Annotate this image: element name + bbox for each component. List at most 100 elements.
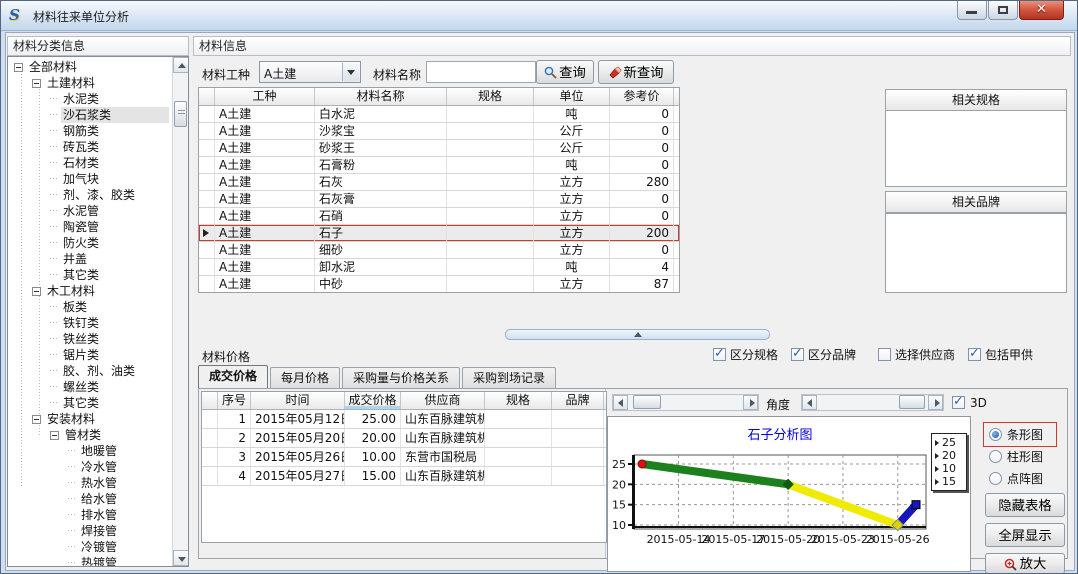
- table-row[interactable]: 12015年05月12日25.00山东百脉建筑机械: [202, 410, 606, 429]
- tree-item[interactable]: 管材类: [8, 427, 172, 443]
- table-row[interactable]: A土建石膏粉吨0: [199, 157, 679, 174]
- trade-combobox[interactable]: A土建: [259, 61, 361, 83]
- tree-item[interactable]: 剂、漆、胶类: [8, 187, 172, 203]
- tree-item[interactable]: 铁钉类: [8, 315, 172, 331]
- scroll-up-button[interactable]: [173, 57, 189, 73]
- tree-item[interactable]: 板类: [8, 299, 172, 315]
- tree-item[interactable]: 水泥类: [8, 91, 172, 107]
- tree-expander-icon[interactable]: [32, 79, 41, 88]
- tree-item[interactable]: 安装材料: [8, 411, 172, 427]
- grid-column-header[interactable]: 工种: [215, 88, 315, 105]
- chart-type-option[interactable]: 条形图: [989, 424, 1043, 446]
- search-button[interactable]: 查询: [536, 60, 594, 84]
- scroll-right-button[interactable]: [743, 395, 758, 410]
- grid-column-header[interactable]: 材料名称: [315, 88, 447, 105]
- table-row[interactable]: A土建白水泥吨0: [199, 106, 679, 123]
- tree-item[interactable]: 排水管: [8, 507, 172, 523]
- tree-item[interactable]: 木工材料: [8, 283, 172, 299]
- table-row[interactable]: A土建沙浆宝公斤0: [199, 123, 679, 140]
- tree-item[interactable]: 钢筋类: [8, 123, 172, 139]
- tree-scrollbar[interactable]: [172, 57, 188, 566]
- tree-item[interactable]: 防火类: [8, 235, 172, 251]
- maximize-button[interactable]: [988, 1, 1018, 20]
- scroll-thumb[interactable]: [633, 395, 661, 409]
- scroll-down-button[interactable]: [173, 550, 189, 566]
- tree-expander-icon[interactable]: [50, 431, 59, 440]
- tab-每月价格[interactable]: 每月价格: [270, 367, 340, 388]
- tree-item[interactable]: 沙石浆类: [8, 107, 172, 123]
- tree-item[interactable]: 给水管: [8, 491, 172, 507]
- scroll-left-button[interactable]: [613, 395, 628, 410]
- tab-采购量与价格关系[interactable]: 采购量与价格关系: [342, 367, 460, 388]
- chevron-down-icon[interactable]: [342, 63, 359, 81]
- tree-item[interactable]: 水泥管: [8, 203, 172, 219]
- material-name-input[interactable]: [426, 61, 536, 83]
- scroll-left-button[interactable]: [802, 395, 817, 410]
- tree-item[interactable]: 全部材料: [8, 59, 172, 75]
- grid-column-header[interactable]: 序号: [218, 392, 251, 409]
- tree-item[interactable]: 冷镀管: [8, 539, 172, 555]
- specs-list[interactable]: [885, 110, 1067, 187]
- tree-item[interactable]: 胶、剂、油类: [8, 363, 172, 379]
- tree-item[interactable]: 砖瓦类: [8, 139, 172, 155]
- tab-采购到场记录[interactable]: 采购到场记录: [462, 367, 556, 388]
- tree-item[interactable]: 地暖管: [8, 443, 172, 459]
- radio-点阵图[interactable]: [989, 472, 1002, 485]
- tree-item[interactable]: 铁丝类: [8, 331, 172, 347]
- grid-column-header[interactable]: 成交价格: [345, 392, 401, 409]
- tree-item[interactable]: 土建材料: [8, 75, 172, 91]
- grid-column-header[interactable]: 品牌: [552, 392, 604, 409]
- tree-item[interactable]: 热水管: [8, 475, 172, 491]
- tree-expander-icon[interactable]: [32, 415, 41, 424]
- checkbox-包括甲供[interactable]: [968, 348, 981, 361]
- table-row[interactable]: A土建中砂立方87: [199, 276, 679, 293]
- table-row[interactable]: A土建石子立方200: [199, 225, 679, 242]
- table-row[interactable]: A土建砂浆王公斤0: [199, 140, 679, 157]
- tree-item[interactable]: 其它类: [8, 267, 172, 283]
- grid-column-header[interactable]: 单位: [534, 88, 610, 105]
- tree-expander-icon[interactable]: [14, 63, 23, 72]
- scroll-thumb[interactable]: [174, 101, 187, 127]
- tree-item[interactable]: 其它类: [8, 395, 172, 411]
- threed-checkbox[interactable]: [952, 396, 965, 409]
- chart-type-option[interactable]: 点阵图: [989, 468, 1043, 490]
- grid-column-header[interactable]: 时间: [251, 392, 345, 409]
- chart-hscrollbar[interactable]: [612, 394, 759, 411]
- radio-条形图[interactable]: [989, 428, 1002, 441]
- table-row[interactable]: A土建石灰膏立方0: [199, 191, 679, 208]
- tree-item[interactable]: 石材类: [8, 155, 172, 171]
- zoom-in-button[interactable]: 放大: [985, 553, 1065, 574]
- scroll-thumb[interactable]: [899, 395, 925, 409]
- angle-scrollbar[interactable]: [801, 394, 944, 411]
- grid-column-header[interactable]: 规格: [447, 88, 534, 105]
- splitter-collapse-handle[interactable]: [505, 329, 770, 340]
- tree-item[interactable]: 陶瓷管: [8, 219, 172, 235]
- tree-item[interactable]: 焊接管: [8, 523, 172, 539]
- tree-item[interactable]: 螺丝类: [8, 379, 172, 395]
- close-button[interactable]: ✕: [1019, 1, 1064, 20]
- table-row[interactable]: A土建石硝立方0: [199, 208, 679, 225]
- table-row[interactable]: 22015年05月20日20.00山东百脉建筑机械: [202, 429, 606, 448]
- radio-柱形图[interactable]: [989, 450, 1002, 463]
- grid-column-header[interactable]: 供应商: [401, 392, 485, 409]
- checkbox-选择供应商[interactable]: [878, 348, 891, 361]
- table-row[interactable]: 42015年05月27日15.00山东百脉建筑机械: [202, 467, 606, 486]
- checkbox-区分品牌[interactable]: [791, 348, 804, 361]
- tree-item[interactable]: 冷水管: [8, 459, 172, 475]
- fullscreen-button[interactable]: 全屏显示: [985, 523, 1065, 547]
- table-row[interactable]: A土建卸水泥吨4: [199, 259, 679, 276]
- minimize-button[interactable]: [957, 1, 987, 20]
- tree-expander-icon[interactable]: [32, 287, 41, 296]
- hide-table-button[interactable]: 隐藏表格: [985, 493, 1065, 517]
- tab-成交价格[interactable]: 成交价格: [198, 365, 268, 388]
- table-row[interactable]: A土建石灰立方280: [199, 174, 679, 191]
- tree-item[interactable]: 井盖: [8, 251, 172, 267]
- tree-item[interactable]: 加气块: [8, 171, 172, 187]
- grid-column-header[interactable]: 参考价: [610, 88, 674, 105]
- grid-column-header[interactable]: 规格: [485, 392, 552, 409]
- table-row[interactable]: A土建细砂立方0: [199, 242, 679, 259]
- tree-item[interactable]: 锯片类: [8, 347, 172, 363]
- new-search-button[interactable]: 新查询: [598, 60, 674, 84]
- checkbox-区分规格[interactable]: [713, 348, 726, 361]
- table-row[interactable]: 32015年05月26日10.00东营市国税局: [202, 448, 606, 467]
